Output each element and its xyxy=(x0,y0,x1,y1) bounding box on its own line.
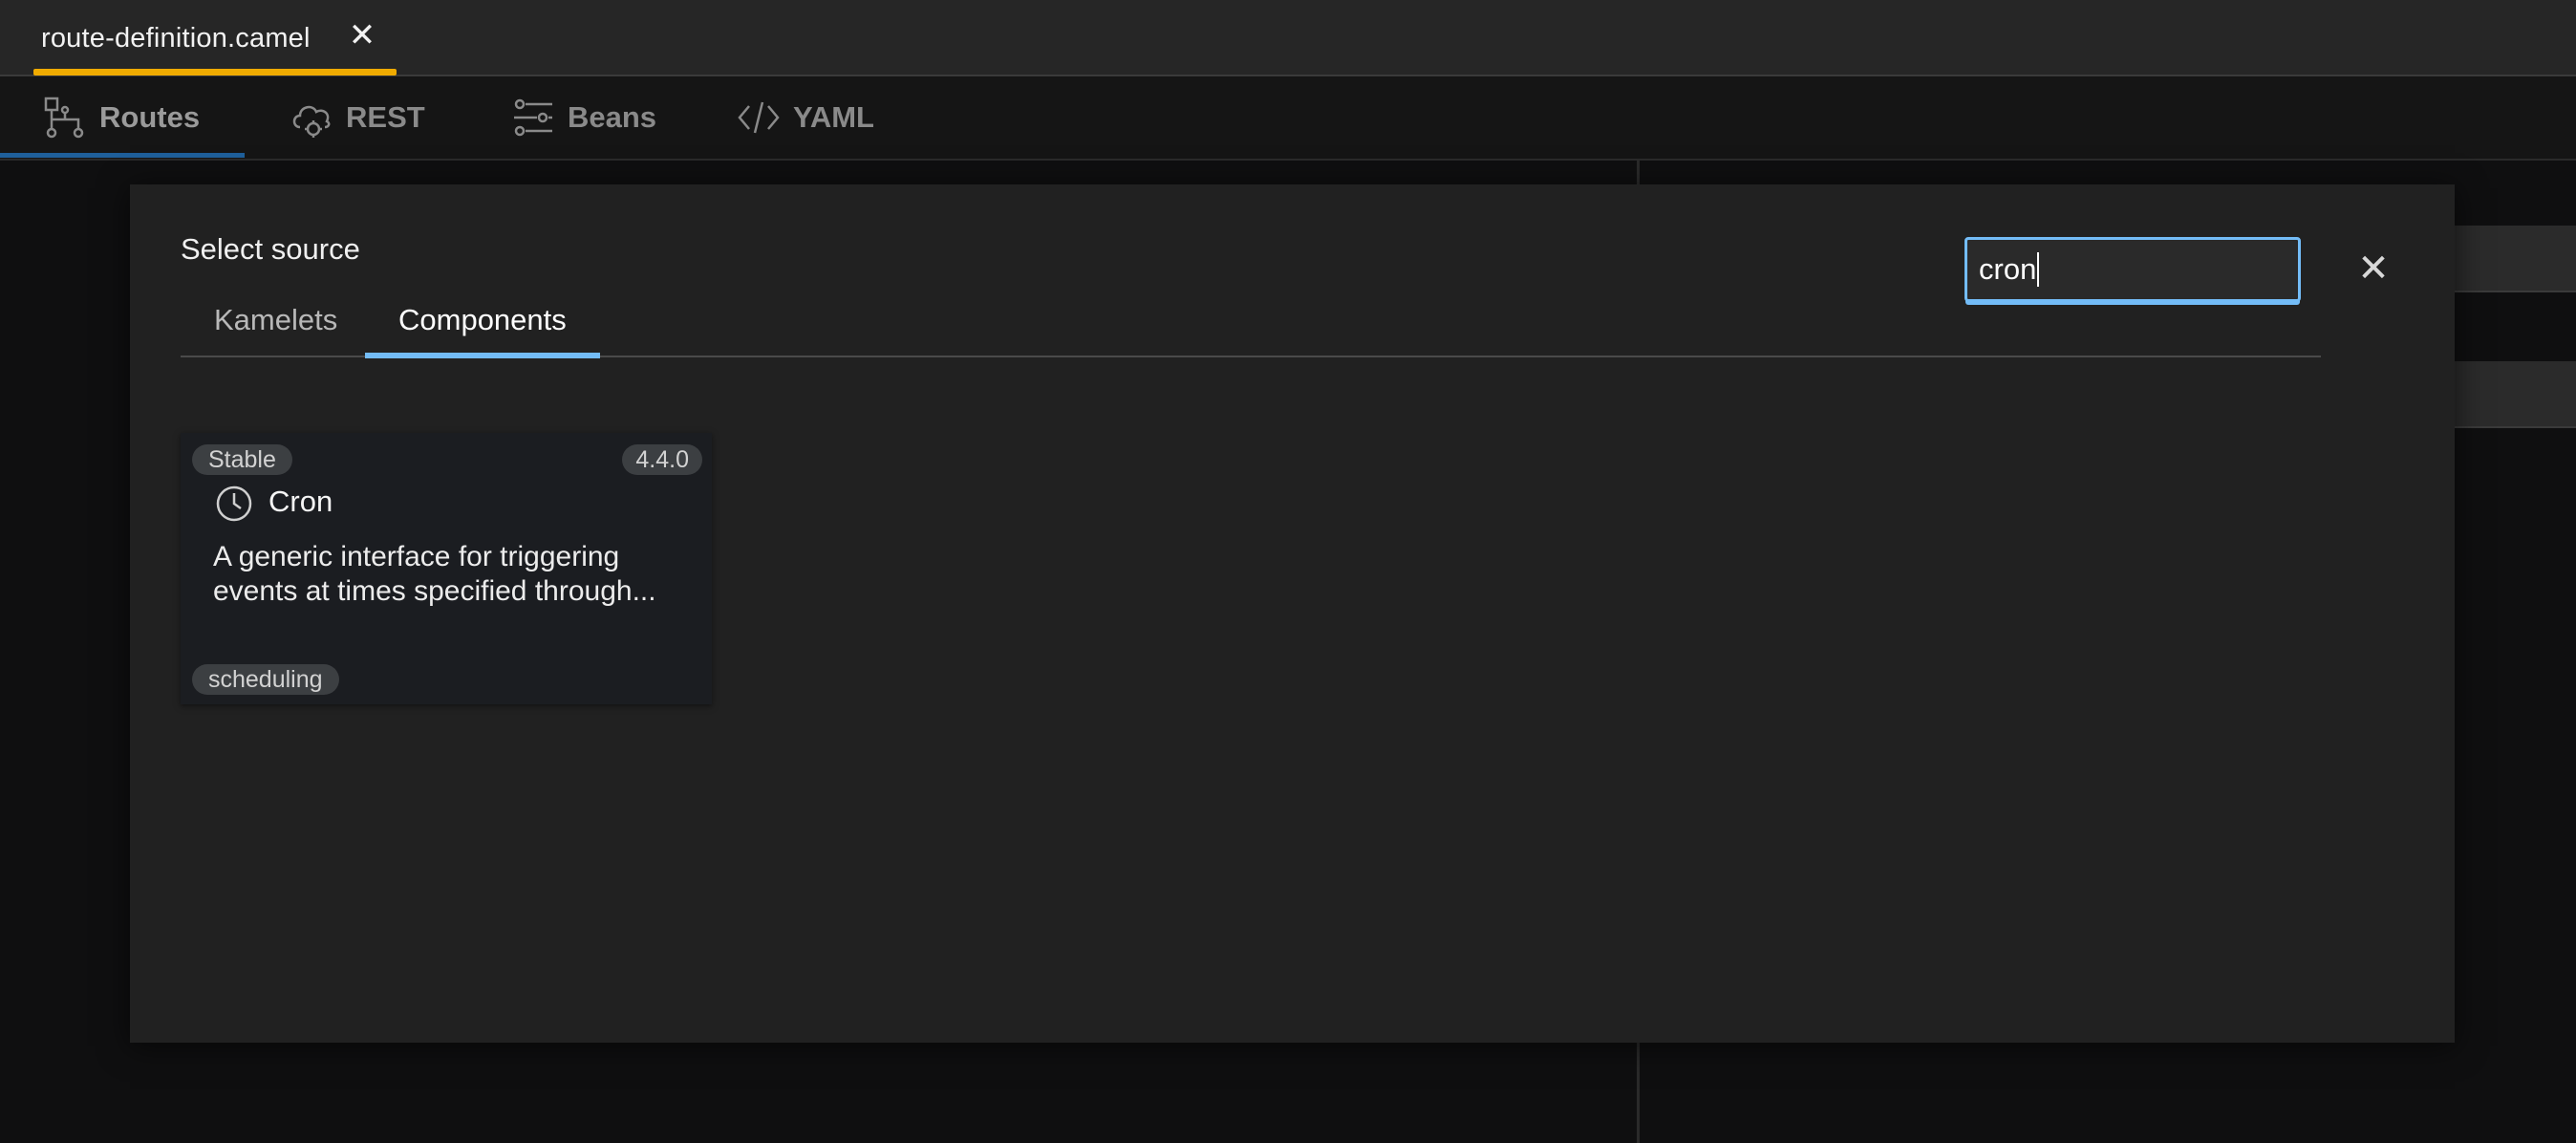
editor-tab-strip: route-definition.camel ✕ xyxy=(0,0,2576,76)
code-icon xyxy=(738,101,780,134)
version-badge: 4.4.0 xyxy=(622,444,702,475)
active-tab-indicator xyxy=(33,69,397,75)
close-icon[interactable]: ✕ xyxy=(348,19,376,52)
card-description-line: A generic interface for triggering xyxy=(213,541,620,572)
beans-sliders-icon xyxy=(514,98,552,137)
view-tab-bar: Routes REST Beans YAML xyxy=(0,76,2576,161)
rest-cloud-icon xyxy=(292,105,331,138)
tab-yaml[interactable]: YAML xyxy=(736,76,874,159)
routes-icon xyxy=(44,97,84,139)
tab-beans-label: Beans xyxy=(568,100,657,134)
file-tab[interactable]: route-definition.camel xyxy=(33,0,397,76)
file-tab-label: route-definition.camel xyxy=(41,22,311,54)
card-description: A generic interface for triggering event… xyxy=(213,540,691,609)
card-description-line: events at times specified through... xyxy=(213,575,656,607)
tab-routes-label: Routes xyxy=(99,100,201,134)
clock-icon xyxy=(215,485,253,523)
tab-rest[interactable]: REST xyxy=(289,76,425,159)
component-card-cron[interactable]: Stable 4.4.0 Cron A generic interface fo… xyxy=(181,433,712,704)
tab-kamelets[interactable]: Kamelets xyxy=(181,284,371,356)
tab-yaml-label: YAML xyxy=(793,100,874,134)
text-caret xyxy=(2037,252,2039,287)
tab-routes[interactable]: Routes xyxy=(42,76,200,159)
tab-components[interactable]: Components xyxy=(365,284,600,358)
category-label: scheduling xyxy=(192,664,339,695)
card-title: Cron xyxy=(268,485,333,518)
active-view-indicator xyxy=(0,153,245,158)
side-panel-row xyxy=(2446,361,2576,428)
tab-components-label: Components xyxy=(398,302,567,336)
tab-beans[interactable]: Beans xyxy=(510,76,656,159)
support-level-badge: Stable xyxy=(192,444,292,475)
modal-tabs: Kamelets Components xyxy=(181,284,2321,358)
modal-title: Select source xyxy=(181,232,360,266)
tab-kamelets-label: Kamelets xyxy=(214,302,338,336)
select-source-modal: Select source ✕ Kamelets Components Stab… xyxy=(130,184,2455,1043)
close-icon[interactable]: ✕ xyxy=(2354,249,2393,288)
tab-rest-label: REST xyxy=(346,100,425,134)
side-panel-row xyxy=(2446,226,2576,292)
